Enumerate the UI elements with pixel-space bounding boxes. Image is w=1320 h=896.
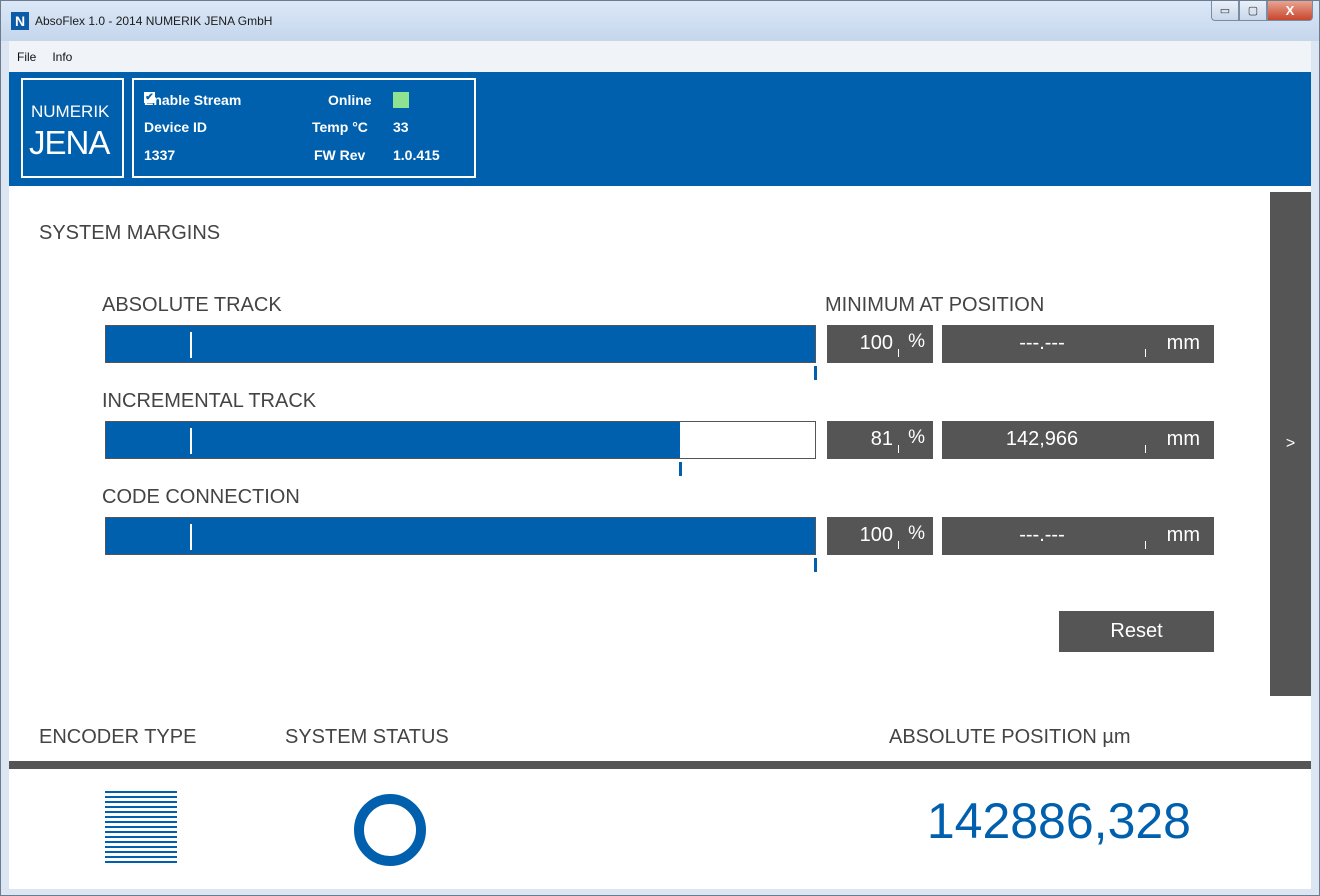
code-connection-percent: 100 % — [827, 517, 933, 555]
position-value: 142,966 — [1005, 428, 1079, 450]
unit-separator — [898, 349, 899, 357]
min-position-header: MINIMUM AT POSITION — [825, 294, 1045, 316]
app-window: N AbsoFlex 1.0 - 2014 NUMERIK JENA GmbH … — [0, 0, 1320, 896]
percent-value: 100 — [859, 332, 893, 354]
linear-encoder-icon — [105, 791, 177, 864]
bar-fill — [106, 422, 681, 458]
bar-threshold-tick — [190, 332, 192, 358]
absolute-position-value: 142886,328 — [926, 793, 1191, 849]
percent-unit: % — [908, 427, 925, 448]
online-status-led — [393, 92, 409, 108]
unit-separator — [1145, 349, 1146, 357]
close-button[interactable]: X — [1267, 1, 1313, 21]
reset-button[interactable]: Reset — [1059, 611, 1214, 652]
window-controls: ▭ ▢ X — [1211, 1, 1313, 21]
bar-threshold-tick — [190, 428, 192, 454]
unit-separator — [898, 541, 899, 549]
bar-fill — [106, 326, 815, 362]
code-connection-label: CODE CONNECTION — [102, 486, 300, 508]
enable-stream-checkbox[interactable]: ✔ Enable Stream — [144, 92, 241, 108]
system-status-ring-icon — [354, 794, 426, 866]
percent-unit: % — [908, 523, 925, 544]
incremental-track-min-position: 142,966 mm — [942, 421, 1214, 459]
incremental-track-bar — [105, 421, 816, 459]
main-panel: NUMERIK JENA ✔ Enable Stream Online Devic… — [9, 72, 1311, 889]
device-info-panel: ✔ Enable Stream Online Device ID Temp °C … — [132, 78, 476, 178]
position-unit: mm — [1166, 524, 1200, 546]
position-unit: mm — [1166, 428, 1200, 450]
min-marker — [814, 558, 817, 572]
section-divider — [9, 761, 1311, 769]
unit-separator — [898, 445, 899, 453]
window-title: AbsoFlex 1.0 - 2014 NUMERIK JENA GmbH — [35, 14, 273, 28]
menu-file[interactable]: File — [9, 50, 44, 64]
absolute-track-label: ABSOLUTE TRACK — [102, 294, 282, 316]
expand-panel-button[interactable]: > — [1270, 192, 1311, 696]
incremental-track-label: INCREMENTAL TRACK — [102, 390, 317, 412]
encoder-type-label: ENCODER TYPE — [39, 726, 197, 748]
system-margins-title: SYSTEM MARGINS — [39, 222, 221, 244]
position-unit: mm — [1166, 332, 1200, 354]
system-status-label: SYSTEM STATUS — [285, 726, 449, 748]
maximize-button[interactable]: ▢ — [1239, 1, 1267, 21]
device-header: NUMERIK JENA ✔ Enable Stream Online Devic… — [9, 72, 1311, 186]
temp-label: Temp °C — [312, 119, 368, 135]
bar-threshold-tick — [190, 524, 192, 550]
absolute-position-label: ABSOLUTE POSITION µm — [889, 726, 1131, 748]
logo-line-1: NUMERIK — [31, 102, 110, 121]
code-connection-bar — [105, 517, 816, 555]
unit-separator — [1145, 541, 1146, 549]
fw-rev-label: FW Rev — [314, 147, 366, 163]
percent-value: 100 — [859, 524, 893, 546]
device-id-value: 1337 — [144, 147, 176, 163]
app-icon: N — [11, 12, 29, 30]
minimize-button[interactable]: ▭ — [1211, 1, 1239, 21]
menu-bar: File Info — [9, 41, 1311, 72]
company-logo: NUMERIK JENA — [21, 78, 124, 178]
absolute-track-percent: 100 % — [827, 325, 933, 363]
checkbox-check-icon: ✔ — [144, 92, 155, 103]
online-label: Online — [328, 92, 372, 108]
percent-value: 81 — [870, 428, 893, 450]
enable-stream-label: Enable Stream — [144, 92, 242, 108]
percent-unit: % — [908, 331, 925, 352]
bar-fill — [106, 518, 815, 554]
title-bar[interactable]: N AbsoFlex 1.0 - 2014 NUMERIK JENA GmbH … — [1, 1, 1319, 41]
device-id-label: Device ID — [144, 119, 208, 135]
position-value: ---.--- — [1019, 332, 1065, 354]
position-value: ---.--- — [1019, 524, 1065, 546]
absolute-track-bar — [105, 325, 816, 363]
incremental-track-percent: 81 % — [827, 421, 933, 459]
logo-line-2: JENA — [29, 124, 110, 161]
min-marker — [678, 462, 682, 476]
menu-info[interactable]: Info — [44, 50, 80, 64]
absolute-track-min-position: ---.--- mm — [942, 325, 1214, 363]
unit-separator — [1145, 445, 1146, 453]
fw-rev-value: 1.0.415 — [393, 147, 440, 163]
temp-value: 33 — [393, 119, 409, 135]
min-marker — [814, 366, 817, 380]
code-connection-min-position: ---.--- mm — [942, 517, 1214, 555]
